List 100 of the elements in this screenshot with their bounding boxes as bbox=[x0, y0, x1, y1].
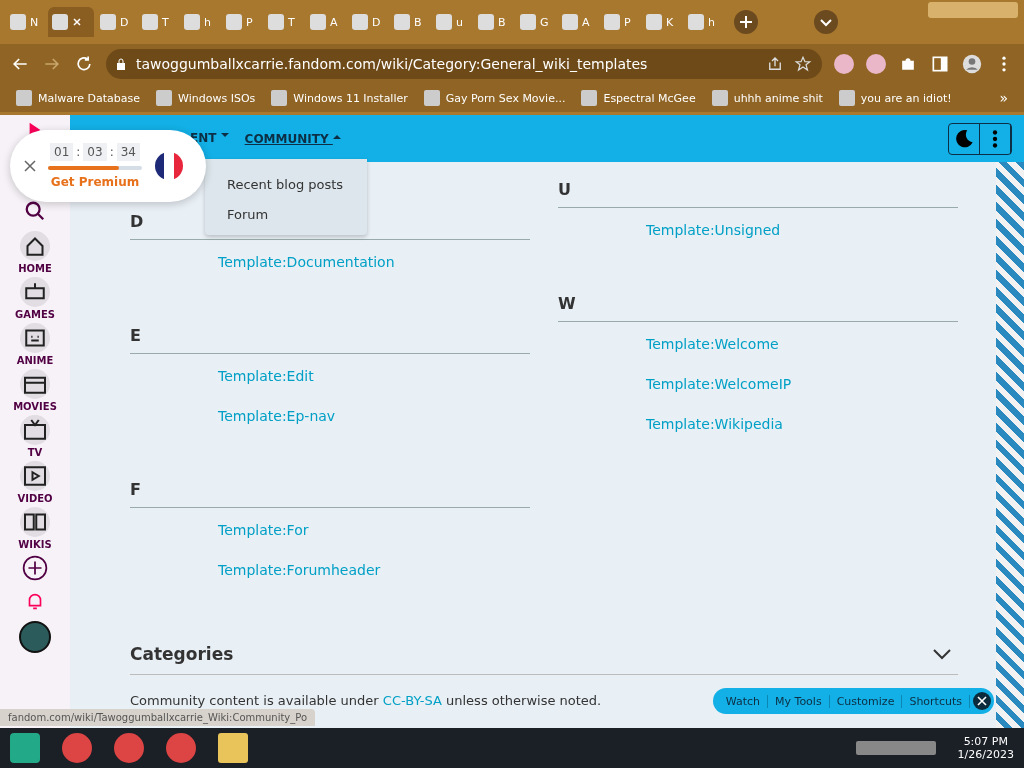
sidebar-link[interactable]: ANIME bbox=[16, 355, 54, 366]
premium-link[interactable]: Get Premium bbox=[50, 175, 140, 189]
home-icon[interactable] bbox=[20, 231, 50, 261]
browser-tab[interactable]: N bbox=[6, 7, 46, 37]
lock-icon bbox=[116, 58, 126, 70]
profile-icon[interactable] bbox=[962, 54, 982, 74]
avatar-icon[interactable] bbox=[19, 621, 51, 653]
search-icon[interactable] bbox=[24, 200, 46, 222]
favicon-icon bbox=[478, 14, 494, 30]
favicon-icon bbox=[184, 14, 200, 30]
add-icon[interactable] bbox=[22, 555, 48, 581]
tab-search-icon[interactable] bbox=[814, 10, 838, 34]
section-letter: W bbox=[558, 294, 958, 322]
bookmark[interactable]: Windows 11 Installer bbox=[271, 90, 408, 106]
license-link[interactable]: CC-BY-SA bbox=[382, 693, 442, 708]
bookmark[interactable]: you are an idiot! bbox=[838, 90, 952, 106]
timer-separator: : bbox=[109, 145, 114, 159]
favicon-icon bbox=[711, 90, 728, 106]
template-link[interactable]: Template:Documentation bbox=[218, 254, 530, 270]
browser-tab[interactable]: G bbox=[516, 7, 556, 37]
browser-tab[interactable]: D bbox=[96, 7, 136, 37]
categories-heading: Categories bbox=[130, 644, 234, 664]
timer-minutes: 03 bbox=[83, 143, 107, 161]
sidebar-link[interactable]: HOME bbox=[18, 263, 52, 274]
template-link[interactable]: Template:Welcome bbox=[646, 336, 958, 352]
browser-tab[interactable]: T bbox=[264, 7, 304, 37]
sidebar-link[interactable]: WIKIS bbox=[18, 539, 52, 550]
browser-tab[interactable]: P bbox=[222, 7, 262, 37]
favicon-icon bbox=[838, 90, 855, 106]
browser-tab[interactable] bbox=[48, 7, 94, 37]
timer-seconds: 34 bbox=[116, 143, 140, 161]
flag-icon[interactable] bbox=[154, 151, 184, 181]
favicon-icon bbox=[271, 90, 288, 106]
template-link[interactable]: Template:Edit bbox=[218, 368, 530, 384]
browser-tab[interactable]: A bbox=[306, 7, 346, 37]
toolbar-button[interactable]: Watch bbox=[718, 694, 769, 708]
browser-tab[interactable]: T bbox=[138, 7, 178, 37]
favicon-icon bbox=[52, 14, 68, 30]
favicon-icon bbox=[310, 14, 326, 30]
favicon-icon bbox=[268, 14, 284, 30]
section-letter: U bbox=[558, 180, 958, 208]
address-bar[interactable]: tawoggumballxcarrie.fandom.com/wiki/Category:General_wiki_templates bbox=[106, 49, 822, 79]
share-icon[interactable] bbox=[766, 55, 784, 73]
clock-date[interactable]: 1/26/2023 bbox=[957, 748, 1014, 761]
browser-tab[interactable]: h bbox=[684, 7, 724, 37]
template-link[interactable]: Template:For bbox=[218, 522, 530, 538]
close-icon[interactable] bbox=[972, 691, 992, 711]
browser-tab[interactable]: B bbox=[474, 7, 514, 37]
bookmark[interactable]: Windows ISOs bbox=[156, 90, 256, 106]
favicon-icon bbox=[394, 14, 410, 30]
favicon-icon bbox=[436, 14, 452, 30]
star-icon[interactable] bbox=[794, 55, 812, 73]
favicon-icon bbox=[423, 90, 440, 106]
section-letter: F bbox=[130, 480, 530, 508]
bookmark[interactable]: Espectral McGee bbox=[581, 90, 696, 106]
sidebar-link[interactable]: GAMES bbox=[15, 309, 55, 320]
favicon-icon bbox=[226, 14, 242, 30]
favicon-icon bbox=[562, 14, 578, 30]
chevron-icon[interactable] bbox=[932, 648, 952, 660]
sidebar-link[interactable]: MOVIES bbox=[13, 401, 57, 412]
toolbar-button[interactable]: My Tools bbox=[768, 694, 830, 708]
template-link[interactable]: Template:WelcomeIP bbox=[646, 376, 958, 392]
browser-tab[interactable]: P bbox=[600, 7, 640, 37]
favicon-icon bbox=[520, 14, 536, 30]
toolbar-button[interactable]: Shortcuts bbox=[902, 694, 970, 708]
sidebar-link[interactable]: TV bbox=[27, 447, 43, 458]
sidebar-link[interactable]: VIDEO bbox=[17, 493, 53, 504]
template-link[interactable]: Template:Forumheader bbox=[218, 562, 530, 578]
browser-tab[interactable]: B bbox=[390, 7, 430, 37]
bookmark[interactable]: Malware Database bbox=[16, 90, 141, 106]
toolbar-button[interactable]: Customize bbox=[829, 694, 903, 708]
favicon-icon bbox=[16, 90, 32, 106]
dropdown-item[interactable]: Recent blog posts bbox=[205, 171, 367, 201]
extension-icon[interactable] bbox=[834, 54, 854, 74]
extension-icon[interactable] bbox=[866, 54, 886, 74]
bookmark[interactable]: uhhh anime shit bbox=[711, 90, 823, 106]
clapper-icon[interactable] bbox=[20, 369, 50, 399]
video-icon[interactable] bbox=[20, 461, 50, 491]
book-icon[interactable] bbox=[20, 507, 50, 537]
timer-hours: 01 bbox=[50, 143, 74, 161]
favicon-icon bbox=[352, 14, 368, 30]
browser-tab[interactable]: D bbox=[348, 7, 388, 37]
bookmark[interactable]: Gay Porn Sex Movie... bbox=[423, 90, 566, 106]
template-link[interactable]: Template:Wikipedia bbox=[646, 416, 958, 432]
nav-menu-link[interactable]: COMMUNITY bbox=[244, 131, 341, 146]
chevron-icon[interactable]: » bbox=[999, 90, 1008, 106]
browser-tab[interactable]: u bbox=[432, 7, 472, 37]
browser-tab[interactable]: K bbox=[642, 7, 682, 37]
favicon-icon bbox=[10, 14, 26, 30]
browser-tab[interactable]: h bbox=[180, 7, 220, 37]
face-icon[interactable] bbox=[20, 323, 50, 353]
new-tab-icon[interactable] bbox=[734, 10, 758, 34]
tv-icon[interactable] bbox=[20, 415, 50, 445]
favicon-icon bbox=[581, 90, 598, 106]
status-url: fandom.com/wiki/Tawoggumballxcarrie_Wiki:Community_Po bbox=[0, 709, 316, 726]
clock-time[interactable]: 5:07 PM bbox=[963, 735, 1008, 748]
template-link[interactable]: Template:Unsigned bbox=[646, 222, 958, 238]
browser-tab[interactable]: A bbox=[558, 7, 598, 37]
side-panel-icon[interactable] bbox=[930, 54, 950, 74]
template-link[interactable]: Template:Ep-nav bbox=[218, 408, 530, 424]
